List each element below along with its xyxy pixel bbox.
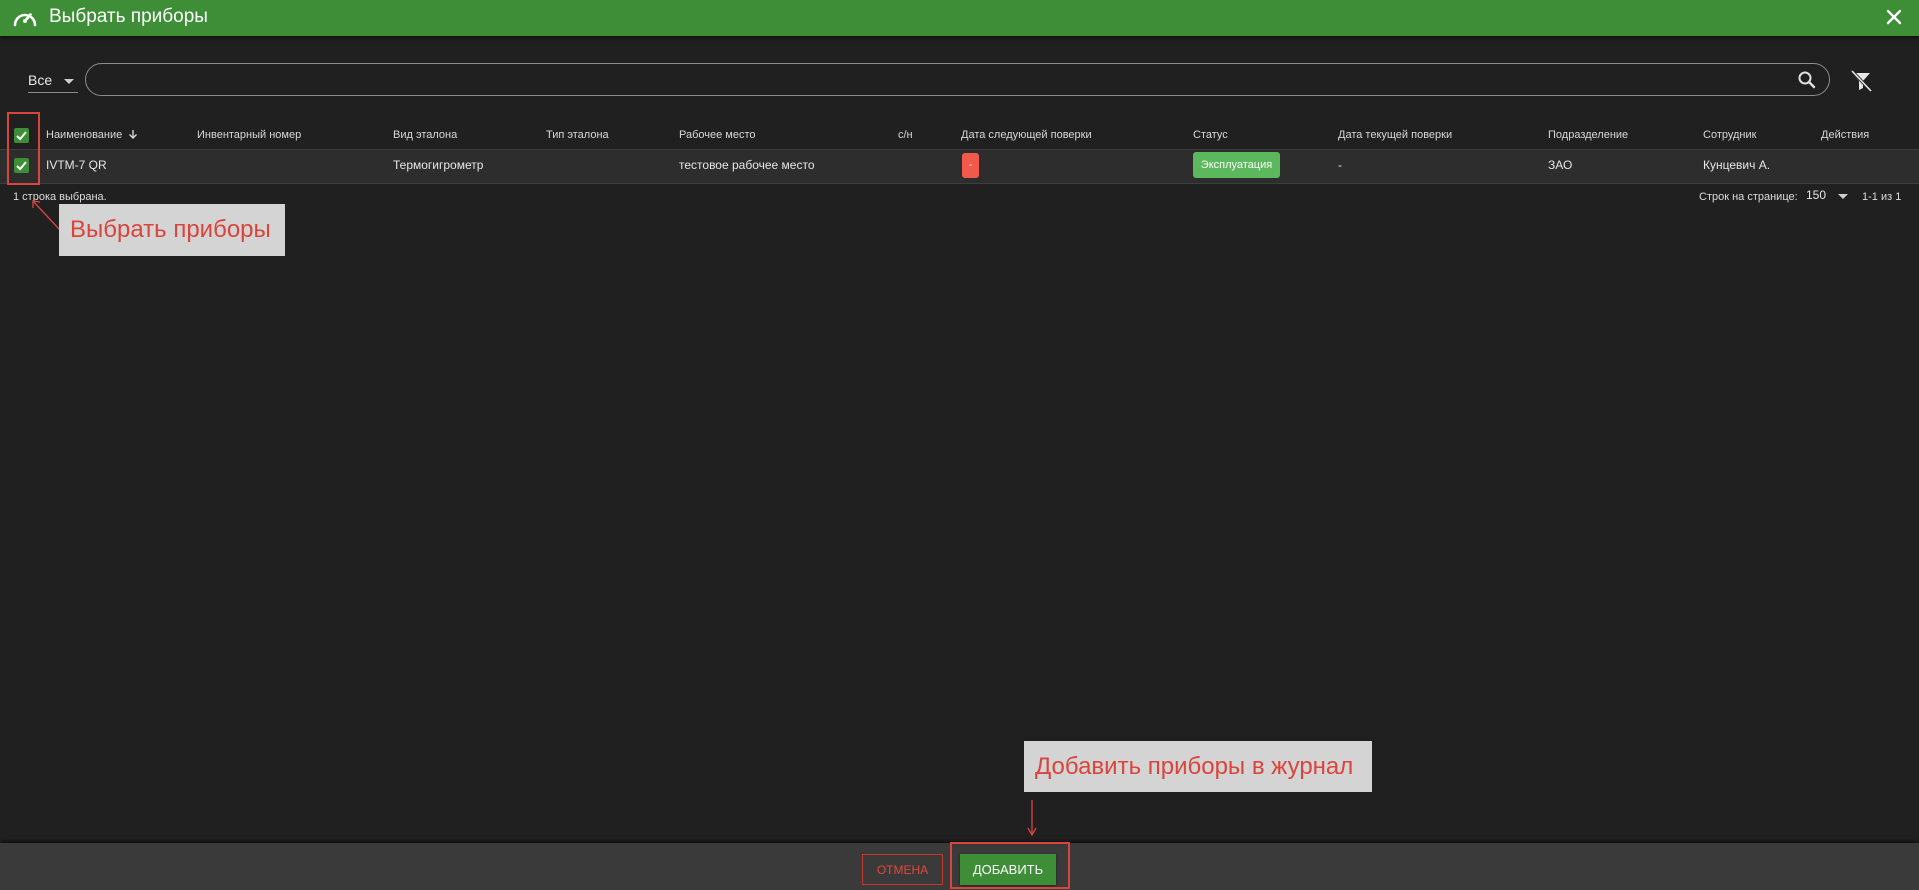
annotation-arrow	[32, 200, 60, 230]
search-input[interactable]	[100, 69, 1784, 93]
chevron-down-icon	[64, 79, 74, 84]
column-header-employee[interactable]: Сотрудник	[1703, 129, 1756, 143]
gauge-icon	[13, 13, 37, 27]
column-header-status[interactable]: Статус	[1193, 129, 1228, 143]
cell-department: ЗАО	[1548, 158, 1573, 172]
cell-current-check-date: -	[1338, 158, 1342, 172]
column-header-standard-type[interactable]: Тип эталона	[546, 129, 609, 143]
search-box	[85, 63, 1830, 96]
column-header-standard-kind[interactable]: Вид эталона	[393, 129, 457, 143]
dialog-header: Выбрать приборы	[0, 0, 1919, 36]
annotation-arrow	[1027, 800, 1037, 837]
cell-standard-kind: Термогигрометр	[393, 158, 484, 172]
column-header-next-check-date[interactable]: Дата следующей поверки	[961, 129, 1092, 143]
filter-off-icon[interactable]	[1849, 69, 1873, 93]
table-row[interactable]	[0, 149, 1919, 184]
column-header-name[interactable]: Наименование	[46, 129, 138, 143]
column-header-serial[interactable]: с/н	[898, 129, 913, 143]
dialog-title: Выбрать приборы	[49, 6, 208, 27]
column-header-department[interactable]: Подразделение	[1548, 129, 1628, 143]
rows-per-page-value: 150	[1806, 188, 1827, 202]
checkbox-highlight-frame	[7, 112, 40, 185]
next-check-date-badge: -	[962, 153, 979, 178]
rows-per-page-label: Строк на странице:	[1699, 191, 1798, 203]
column-header-label: Наименование	[46, 129, 123, 141]
cell-name: IVTM-7 QR	[46, 158, 107, 172]
category-filter-value: Все	[28, 72, 53, 88]
column-header-actions: Действия	[1821, 129, 1870, 141]
arrow-down-icon	[129, 130, 138, 139]
close-icon[interactable]	[1883, 6, 1905, 28]
cell-workplace: тестовое рабочее место	[679, 158, 815, 172]
cancel-button[interactable]: Отмена	[862, 854, 943, 885]
rows-per-page-select[interactable]: 150	[1806, 188, 1848, 206]
status-badge: Эксплуатация	[1193, 152, 1280, 178]
annotation-add-devices: Добавить приборы в журнал	[1024, 741, 1372, 792]
column-header-inventory-number[interactable]: Инвентарный номер	[197, 129, 301, 143]
annotation-select-devices: Выбрать приборы	[59, 204, 285, 256]
pagination-range: 1-1 из 1	[1862, 191, 1902, 203]
column-header-workplace[interactable]: Рабочее место	[679, 129, 756, 143]
cell-employee: Кунцевич А.	[1703, 158, 1771, 172]
column-header-current-check-date[interactable]: Дата текущей поверки	[1338, 129, 1452, 143]
category-filter-select[interactable]: Все	[28, 70, 78, 93]
add-button-highlight-frame	[950, 842, 1070, 889]
search-icon[interactable]	[1797, 70, 1817, 90]
chevron-down-icon	[1838, 194, 1848, 199]
